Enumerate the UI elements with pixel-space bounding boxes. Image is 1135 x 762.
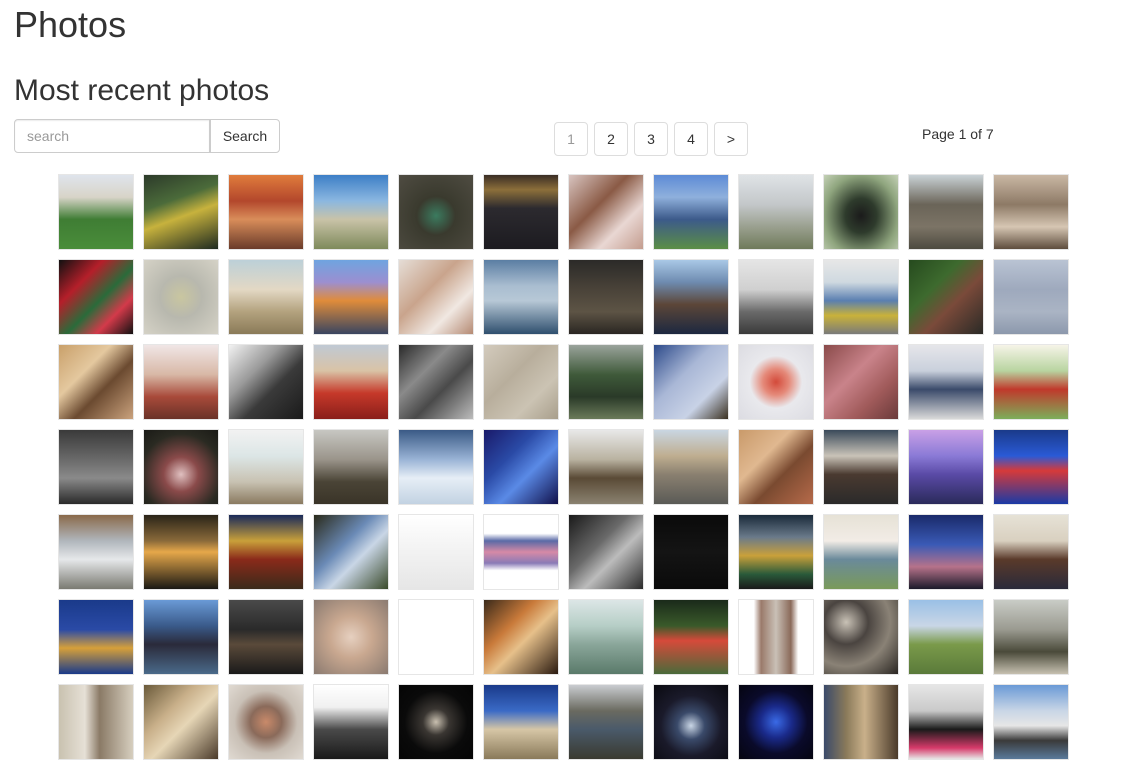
photo-thumbnail-conference-hall[interactable] — [908, 344, 984, 420]
photo-thumbnail-resiliencia-poster[interactable] — [398, 514, 474, 590]
photo-thumbnail-beer-glass[interactable] — [228, 514, 304, 590]
photo-thumbnail-blue-night-scene[interactable] — [483, 429, 559, 505]
photo-thumbnail-quote-card[interactable] — [398, 599, 474, 675]
photo-thumbnail-growth-infographic[interactable] — [58, 599, 134, 675]
photo-thumbnail-market-hall[interactable] — [738, 514, 814, 590]
photo-thumbnail-bird-on-branch[interactable] — [143, 259, 219, 335]
photo-thumbnail-gardeners[interactable] — [568, 684, 644, 760]
photo-thumbnail-sand-dunes-sky[interactable] — [313, 174, 389, 250]
photo-thumbnail-monsterville-poster[interactable] — [483, 174, 559, 250]
page-link-2[interactable]: 2 — [594, 122, 628, 156]
page-status: Page 1 of 7 — [922, 126, 994, 142]
photo-thumbnail-building-bw[interactable] — [398, 344, 474, 420]
photo-thumbnail-concrete-texture[interactable] — [483, 344, 559, 420]
photo-thumbnail-willow-tree[interactable] — [568, 599, 644, 675]
photo-thumbnail-woman-portrait[interactable] — [568, 174, 644, 250]
photo-thumbnail-game-character[interactable] — [568, 344, 644, 420]
photo-thumbnail-mountain-bw[interactable] — [228, 344, 304, 420]
photo-thumbnail-silver-car[interactable] — [58, 514, 134, 590]
photo-thumbnail-bare-tree[interactable] — [313, 429, 389, 505]
photo-grid — [58, 174, 1078, 760]
photo-thumbnail-empty-corridor[interactable] — [58, 684, 134, 760]
photo-thumbnail-old-building-tower[interactable] — [483, 684, 559, 760]
photo-thumbnail-black-butterfly[interactable] — [823, 174, 899, 250]
photo-thumbnail-pink-sand-drawing[interactable] — [823, 344, 899, 420]
photo-thumbnail-tall-building[interactable] — [738, 599, 814, 675]
photo-thumbnail-soccer-players[interactable] — [58, 174, 134, 250]
photo-thumbnail-colorful-objects[interactable] — [58, 259, 134, 335]
photo-thumbnail-selfie-couple[interactable] — [653, 259, 729, 335]
photo-thumbnail-child-on-tree[interactable] — [993, 599, 1069, 675]
photo-thumbnail-restaurant-interior[interactable] — [228, 174, 304, 250]
photo-thumbnail-singer-on-stage[interactable] — [483, 599, 559, 675]
page-link-4[interactable]: 4 — [674, 122, 708, 156]
photo-thumbnail-wooden-letters[interactable] — [993, 174, 1069, 250]
photo-thumbnail-car-interior[interactable] — [568, 514, 644, 590]
photo-thumbnail-stadium-sign[interactable] — [993, 429, 1069, 505]
photo-thumbnail-baby-with-hat[interactable] — [823, 514, 899, 590]
photo-thumbnail-sea-with-ship[interactable] — [483, 259, 559, 335]
photo-thumbnail-runners[interactable] — [653, 599, 729, 675]
photo-thumbnail-snowy-mountains[interactable] — [398, 429, 474, 505]
photo-thumbnail-woman-selfie[interactable] — [738, 429, 814, 505]
photo-thumbnail-hot-air-balloons[interactable] — [313, 259, 389, 335]
photo-thumbnail-group-indoor[interactable] — [993, 514, 1069, 590]
photo-thumbnail-wooden-fence[interactable] — [823, 684, 899, 760]
photo-thumbnail-sunset-sea[interactable] — [143, 514, 219, 590]
photo-thumbnail-black-white-cat[interactable] — [908, 684, 984, 760]
photo-thumbnail-dogs-on-road[interactable] — [568, 429, 644, 505]
photo-thumbnail-cyclist[interactable] — [228, 259, 304, 335]
photo-thumbnail-basketball-crowd[interactable] — [143, 174, 219, 250]
section-title: Most recent photos — [14, 74, 270, 107]
photo-thumbnail-workshop-room[interactable] — [823, 429, 899, 505]
photo-thumbnail-disney-castle[interactable] — [908, 429, 984, 505]
photo-thumbnail-golf-course[interactable] — [908, 599, 984, 675]
page-title: Photos — [14, 4, 127, 45]
photo-thumbnail-bird-on-twig[interactable] — [653, 344, 729, 420]
photo-thumbnail-dried-flower[interactable] — [228, 684, 304, 760]
photo-thumbnail-window-sky[interactable] — [313, 514, 389, 590]
photo-thumbnail-red-feather[interactable] — [738, 344, 814, 420]
photo-thumbnail-steamboat[interactable] — [993, 684, 1069, 760]
photo-thumbnail-street-crowd[interactable] — [823, 259, 899, 335]
photo-thumbnail-family-selfie[interactable] — [58, 344, 134, 420]
photo-thumbnail-coastal-pier[interactable] — [738, 174, 814, 250]
photo-thumbnail-man-with-helmet[interactable] — [313, 344, 389, 420]
photo-thumbnail-dark-room[interactable] — [568, 259, 644, 335]
photo-thumbnail-sleeping-dog[interactable] — [908, 259, 984, 335]
photo-thumbnail-glowing-screen[interactable] — [653, 684, 729, 760]
page-link-1[interactable]: 1 — [554, 122, 588, 156]
photo-thumbnail-toddler-eating[interactable] — [143, 344, 219, 420]
photo-thumbnail-archer-illustration[interactable] — [993, 344, 1069, 420]
photo-thumbnail-duck-on-water[interactable] — [398, 174, 474, 250]
search-input[interactable] — [14, 119, 210, 153]
photo-thumbnail-power-line-sunset[interactable] — [483, 514, 559, 590]
photo-thumbnail-night-city[interactable] — [228, 599, 304, 675]
photo-thumbnail-baby-face[interactable] — [313, 599, 389, 675]
pagination: 1 2 3 4 > — [554, 122, 748, 156]
photo-thumbnail-glass-reflection[interactable] — [143, 684, 219, 760]
photo-thumbnail-child-portrait[interactable] — [398, 259, 474, 335]
search-button[interactable]: Search — [210, 119, 280, 153]
photo-thumbnail-man-on-tree[interactable] — [908, 174, 984, 250]
photo-thumbnail-declutter-laptop[interactable] — [738, 259, 814, 335]
photo-thumbnail-beach-minimal[interactable] — [228, 429, 304, 505]
next-page-button[interactable]: > — [714, 122, 748, 156]
photo-thumbnail-airplane[interactable] — [993, 259, 1069, 335]
photo-thumbnail-stormy-sky[interactable] — [58, 429, 134, 505]
photo-thumbnail-tree-at-dusk[interactable] — [908, 514, 984, 590]
photo-thumbnail-plasma-globe[interactable] — [738, 684, 814, 760]
photo-thumbnail-necklace-on-black[interactable] — [398, 684, 474, 760]
photo-thumbnail-black-image[interactable] — [653, 514, 729, 590]
photo-thumbnail-pussy-willow[interactable] — [143, 429, 219, 505]
photo-thumbnail-stones-pattern[interactable] — [823, 599, 899, 675]
photo-thumbnail-village-street[interactable] — [653, 429, 729, 505]
photo-thumbnail-street-lamps[interactable] — [313, 684, 389, 760]
photo-thumbnail-group-of-people[interactable] — [653, 174, 729, 250]
photo-thumbnail-man-with-fish[interactable] — [143, 599, 219, 675]
page-link-3[interactable]: 3 — [634, 122, 668, 156]
